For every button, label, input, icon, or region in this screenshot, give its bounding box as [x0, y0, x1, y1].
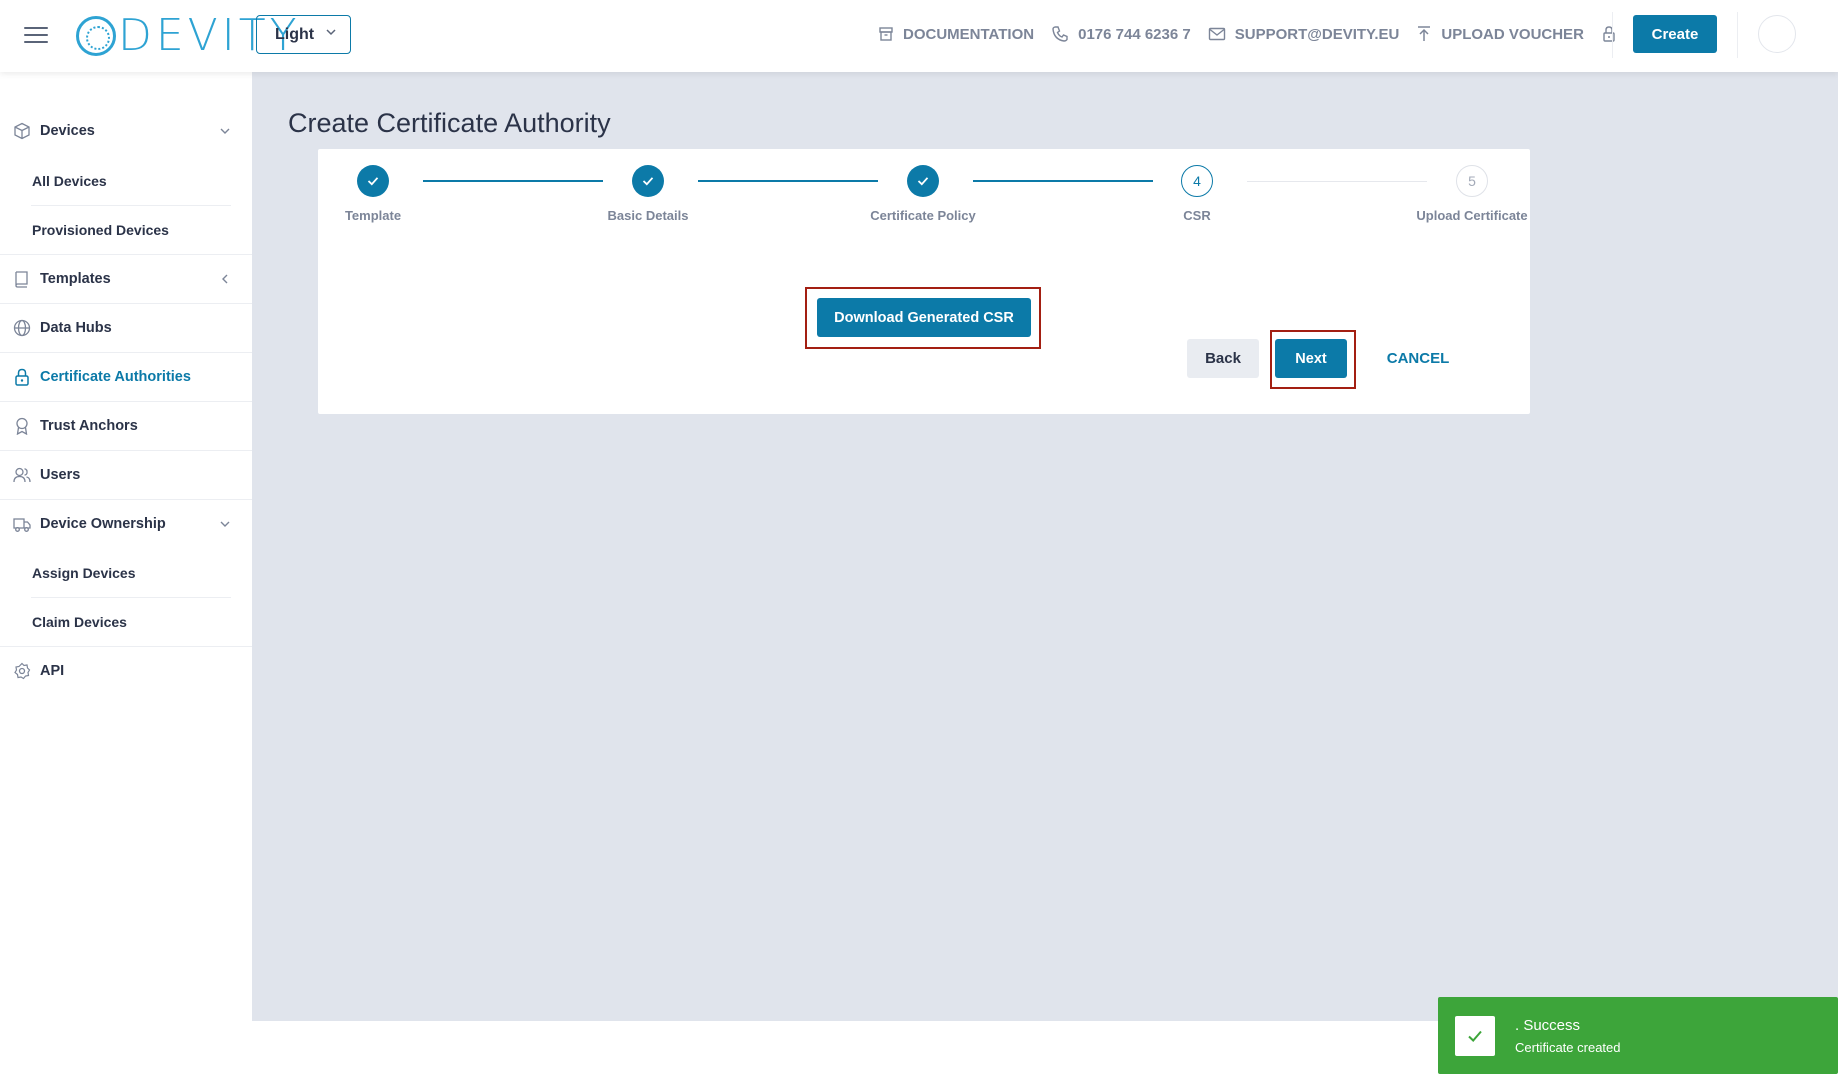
- theme-select-value: Light: [275, 25, 315, 43]
- users-icon: [13, 467, 31, 482]
- phone-link[interactable]: 0176 744 6236 7: [1051, 25, 1191, 43]
- sidebar-item-label: Trust Anchors: [40, 417, 138, 434]
- truck-icon: [13, 517, 31, 532]
- check-icon: [1455, 1016, 1495, 1056]
- sidebar-item-all-devices[interactable]: All Devices: [0, 156, 252, 205]
- sidebar-nav: Devices All Devices Provisioned Devices …: [0, 72, 252, 1077]
- step-basic-details-check-icon[interactable]: [632, 165, 664, 197]
- step-number: 4: [1193, 173, 1201, 189]
- upload-voucher-label: UPLOAD VOUCHER: [1441, 25, 1584, 43]
- award-icon: [16, 417, 28, 435]
- success-toast[interactable]: . Success Certificate created: [1438, 997, 1838, 1074]
- step-label-upload-certificate: Upload Certificate: [1416, 208, 1528, 223]
- chevron-down-icon: [326, 29, 336, 36]
- phone-icon: [1052, 26, 1068, 42]
- download-csr-button[interactable]: Download Generated CSR: [817, 298, 1031, 337]
- upload-icon: [1418, 26, 1431, 41]
- page-title: Create Certificate Authority: [288, 108, 611, 138]
- sidebar-item-devices[interactable]: Devices: [0, 106, 252, 155]
- sidebar-item-device-ownership[interactable]: Device Ownership: [0, 499, 252, 548]
- wizard-card: Template Basic Details Certificate Polic…: [318, 149, 1530, 414]
- toast-message: Certificate created: [1515, 1040, 1621, 1055]
- documentation-link[interactable]: DOCUMENTATION: [878, 26, 1034, 43]
- theme-select[interactable]: Light: [256, 15, 351, 54]
- sidebar-item-label: Claim Devices: [32, 613, 127, 630]
- step-template-check-icon[interactable]: [357, 165, 389, 197]
- sidebar-item-api[interactable]: API: [0, 646, 252, 695]
- lock-icon: [1603, 26, 1615, 42]
- sidebar-item-label: Assign Devices: [32, 564, 136, 581]
- step-certificate-policy-check-icon[interactable]: [907, 165, 939, 197]
- step-connector: [973, 180, 1153, 182]
- sidebar-item-label: Device Ownership: [40, 515, 166, 532]
- header-links: DOCUMENTATION 0176 744 6236 7 SUPPORT@DE…: [878, 22, 1617, 46]
- chevron-down-icon: [220, 128, 230, 134]
- step-number: 5: [1468, 173, 1476, 189]
- top-header: DEVITY Light DOCUMENTATION 0176 744 6236…: [0, 0, 1838, 72]
- user-avatar[interactable]: [1758, 15, 1796, 53]
- api-gear-icon: [14, 662, 31, 679]
- step-label-csr: CSR: [1183, 208, 1211, 223]
- lock-button[interactable]: [1601, 25, 1617, 43]
- sidebar-item-label: API: [40, 662, 65, 679]
- step-label-certificate-policy: Certificate Policy: [870, 208, 976, 223]
- archive-icon: [879, 27, 893, 41]
- step-upload-certificate-indicator[interactable]: 5: [1456, 165, 1488, 197]
- toast-title: . Success: [1515, 1017, 1581, 1034]
- sidebar-item-templates[interactable]: Templates: [0, 254, 252, 303]
- upload-voucher-link[interactable]: UPLOAD VOUCHER: [1416, 25, 1584, 43]
- lock-icon: [15, 368, 29, 386]
- sidebar-item-assign-devices[interactable]: Assign Devices: [0, 548, 252, 597]
- header-separator: [1612, 12, 1613, 58]
- back-button[interactable]: Back: [1187, 339, 1259, 378]
- globe-icon: [13, 319, 31, 336]
- support-email-link[interactable]: SUPPORT@DEVITY.EU: [1208, 25, 1400, 43]
- mail-icon: [1208, 27, 1225, 41]
- hamburger-menu-icon[interactable]: [22, 22, 50, 50]
- step-connector: [698, 180, 878, 182]
- step-label-template: Template: [344, 208, 402, 223]
- chevron-down-icon: [220, 521, 230, 527]
- support-email-label: SUPPORT@DEVITY.EU: [1234, 25, 1400, 43]
- sidebar-item-certificate-authorities[interactable]: Certificate Authorities: [0, 352, 252, 401]
- cube-icon: [14, 122, 30, 139]
- chevron-left-icon: [222, 274, 228, 283]
- sidebar-item-users[interactable]: Users: [0, 450, 252, 499]
- cancel-button[interactable]: CANCEL: [1363, 339, 1473, 378]
- book-icon: [15, 270, 28, 288]
- sidebar-item-provisioned-devices[interactable]: Provisioned Devices: [0, 205, 252, 254]
- sidebar-item-label: Devices: [40, 122, 95, 139]
- step-csr-indicator[interactable]: 4: [1181, 165, 1213, 197]
- logo-emblem-icon: [76, 16, 116, 56]
- phone-label: 0176 744 6236 7: [1078, 25, 1191, 43]
- step-connector: [423, 180, 603, 182]
- header-separator: [1737, 12, 1738, 58]
- sidebar-item-claim-devices[interactable]: Claim Devices: [0, 597, 252, 646]
- sidebar-item-trust-anchors[interactable]: Trust Anchors: [0, 401, 252, 450]
- create-button[interactable]: Create: [1633, 15, 1717, 53]
- step-connector: [1247, 181, 1427, 182]
- sidebar-item-data-hubs[interactable]: Data Hubs: [0, 303, 252, 352]
- main-content: Create Certificate Authority Template Ba…: [252, 72, 1838, 1021]
- sidebar-item-label: Data Hubs: [40, 319, 112, 336]
- sidebar-item-label: Templates: [40, 270, 111, 287]
- sidebar-item-label: Users: [40, 466, 81, 483]
- documentation-label: DOCUMENTATION: [903, 25, 1035, 43]
- step-label-basic-details: Basic Details: [607, 208, 689, 223]
- sidebar-item-label: Certificate Authorities: [40, 368, 191, 385]
- sidebar-item-label: Provisioned Devices: [32, 221, 169, 238]
- sidebar-item-label: All Devices: [32, 172, 107, 189]
- next-button[interactable]: Next: [1275, 339, 1347, 378]
